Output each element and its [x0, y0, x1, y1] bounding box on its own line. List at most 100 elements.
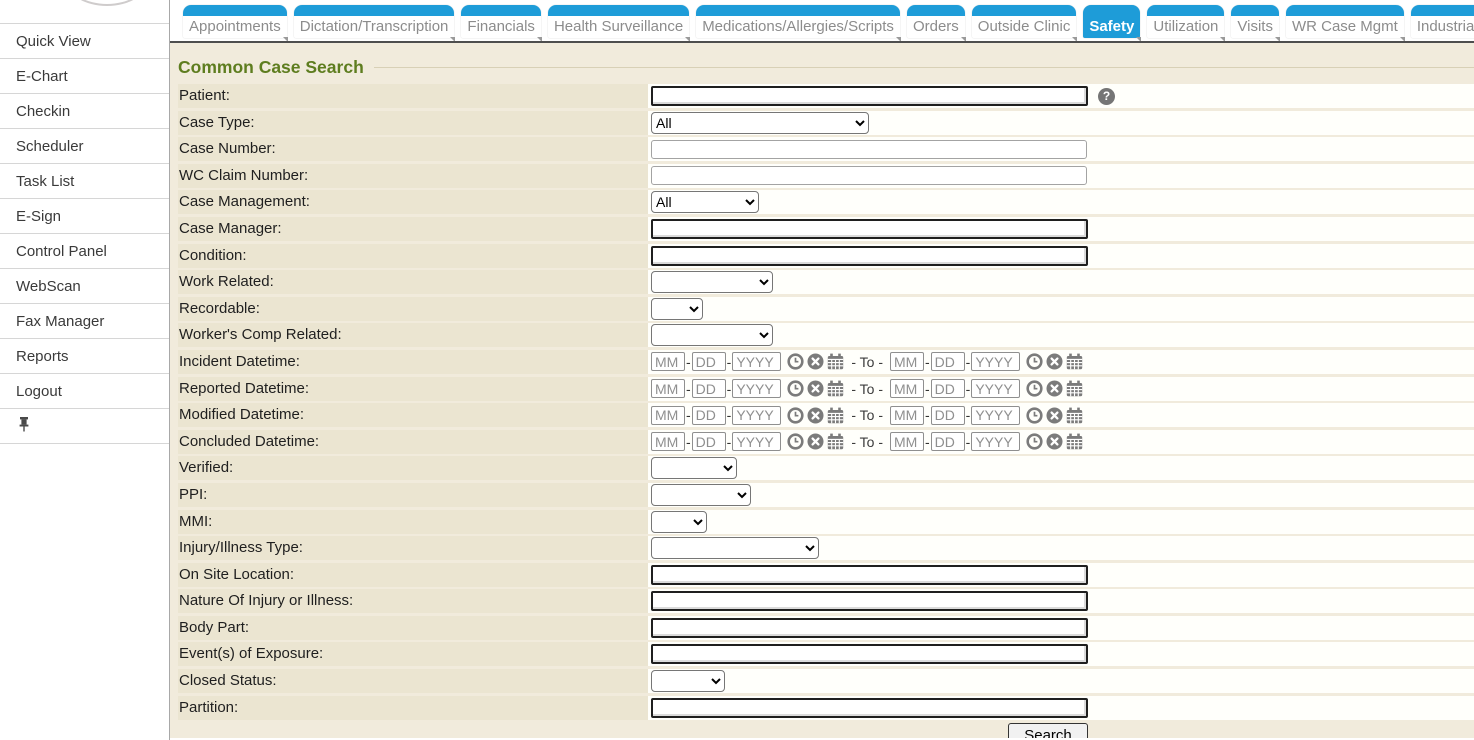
- day-input[interactable]: [931, 379, 965, 398]
- case-number-input[interactable]: [651, 140, 1087, 159]
- day-input[interactable]: [931, 406, 965, 425]
- mmi-select[interactable]: [651, 511, 707, 533]
- tab-outside-clinic[interactable]: Outside Clinic: [972, 5, 1077, 38]
- year-input[interactable]: [732, 379, 781, 398]
- clock-icon[interactable]: [787, 380, 804, 397]
- sidebar-item-e-chart[interactable]: E-Chart: [0, 59, 169, 94]
- clock-icon[interactable]: [787, 407, 804, 424]
- year-input[interactable]: [971, 406, 1020, 425]
- clear-icon[interactable]: [1046, 433, 1063, 450]
- tab-appointments[interactable]: Appointments: [183, 5, 287, 38]
- sidebar-item-control-panel[interactable]: Control Panel: [0, 234, 169, 269]
- verified-select[interactable]: [651, 457, 737, 479]
- day-input[interactable]: [692, 379, 726, 398]
- tab-utilization[interactable]: Utilization: [1147, 5, 1224, 38]
- calendar-icon[interactable]: [827, 433, 844, 450]
- recordable-select[interactable]: [651, 298, 703, 320]
- events-of-exposure-input[interactable]: [651, 644, 1088, 664]
- tab-financials[interactable]: Financials: [461, 5, 541, 38]
- sidebar-item-webscan[interactable]: WebScan: [0, 269, 169, 304]
- wc-claim-number-input[interactable]: [651, 166, 1087, 185]
- field-label: Case Manager:: [178, 217, 648, 241]
- tab-orders[interactable]: Orders: [907, 5, 965, 38]
- clear-icon[interactable]: [1046, 407, 1063, 424]
- tab-visits[interactable]: Visits: [1231, 5, 1279, 38]
- case-type-select[interactable]: All: [651, 112, 869, 134]
- year-input[interactable]: [971, 379, 1020, 398]
- clear-icon[interactable]: [807, 353, 824, 370]
- tab-dictation-transcription[interactable]: Dictation/Transcription: [294, 5, 455, 38]
- clear-icon[interactable]: [1046, 380, 1063, 397]
- sidebar-pin-toggle[interactable]: [0, 409, 169, 444]
- sidebar-item-reports[interactable]: Reports: [0, 339, 169, 374]
- year-input[interactable]: [732, 432, 781, 451]
- day-input[interactable]: [692, 406, 726, 425]
- sidebar-item-task-list[interactable]: Task List: [0, 164, 169, 199]
- body-part-input[interactable]: [651, 618, 1088, 638]
- on-site-location-input[interactable]: [651, 565, 1088, 585]
- sidebar-item-checkin[interactable]: Checkin: [0, 94, 169, 129]
- year-input[interactable]: [971, 432, 1020, 451]
- form-row-case-number: Case Number:: [178, 137, 1474, 161]
- sidebar-item-e-sign[interactable]: E-Sign: [0, 199, 169, 234]
- tab-health-surveillance[interactable]: Health Surveillance: [548, 5, 689, 38]
- patient-input[interactable]: [651, 86, 1088, 106]
- sidebar-item-scheduler[interactable]: Scheduler: [0, 129, 169, 164]
- calendar-icon[interactable]: [1066, 433, 1083, 450]
- calendar-icon[interactable]: [827, 353, 844, 370]
- condition-input[interactable]: [651, 246, 1088, 266]
- clock-icon[interactable]: [1026, 353, 1043, 370]
- calendar-icon[interactable]: [827, 407, 844, 424]
- year-input[interactable]: [732, 406, 781, 425]
- calendar-icon[interactable]: [1066, 380, 1083, 397]
- clear-icon[interactable]: [807, 380, 824, 397]
- clear-icon[interactable]: [807, 433, 824, 450]
- tab-safety[interactable]: Safety: [1083, 5, 1140, 38]
- year-input[interactable]: [732, 352, 781, 371]
- calendar-icon[interactable]: [1066, 353, 1083, 370]
- work-related-select[interactable]: [651, 271, 773, 293]
- help-icon[interactable]: ?: [1098, 88, 1115, 105]
- closed-status-select[interactable]: [651, 670, 725, 692]
- injury-illness-type-select[interactable]: [651, 537, 819, 559]
- sidebar-item-quick-view[interactable]: Quick View: [0, 24, 169, 59]
- tab-industrial-hygiene[interactable]: Industrial Hygiene: [1411, 5, 1474, 38]
- tab-wr-case-mgmt[interactable]: WR Case Mgmt: [1286, 5, 1404, 38]
- clock-icon[interactable]: [1026, 407, 1043, 424]
- clear-icon[interactable]: [1046, 353, 1063, 370]
- clock-icon[interactable]: [787, 353, 804, 370]
- month-input[interactable]: [651, 406, 685, 425]
- tab-medications-allergies-scripts[interactable]: Medications/Allergies/Scripts: [696, 5, 900, 38]
- case-management-select[interactable]: All: [651, 191, 759, 213]
- date-separator: -: [686, 381, 691, 397]
- date-separator: -: [686, 434, 691, 450]
- day-input[interactable]: [692, 432, 726, 451]
- partition-input[interactable]: [651, 698, 1088, 718]
- day-input[interactable]: [692, 352, 726, 371]
- calendar-icon[interactable]: [827, 380, 844, 397]
- month-input[interactable]: [651, 432, 685, 451]
- case-manager-input[interactable]: [651, 219, 1088, 239]
- clock-icon[interactable]: [1026, 433, 1043, 450]
- day-input[interactable]: [931, 432, 965, 451]
- month-input[interactable]: [890, 432, 924, 451]
- clock-icon[interactable]: [1026, 380, 1043, 397]
- clear-icon[interactable]: [807, 407, 824, 424]
- year-input[interactable]: [971, 352, 1020, 371]
- day-input[interactable]: [931, 352, 965, 371]
- sidebar-item-logout[interactable]: Logout: [0, 374, 169, 409]
- calendar-icon[interactable]: [1066, 407, 1083, 424]
- search-button[interactable]: Search: [1008, 723, 1088, 738]
- month-input[interactable]: [890, 379, 924, 398]
- sidebar-item-fax-manager[interactable]: Fax Manager: [0, 304, 169, 339]
- month-input[interactable]: [890, 406, 924, 425]
- date-separator: -: [966, 354, 971, 370]
- nature-of-injury-input[interactable]: [651, 591, 1088, 611]
- ppi-select[interactable]: [651, 484, 751, 506]
- month-input[interactable]: [651, 352, 685, 371]
- clock-icon[interactable]: [787, 433, 804, 450]
- month-input[interactable]: [651, 379, 685, 398]
- workers-comp-related-select[interactable]: [651, 324, 773, 346]
- form-row-body-part: Body Part:: [178, 616, 1474, 640]
- month-input[interactable]: [890, 352, 924, 371]
